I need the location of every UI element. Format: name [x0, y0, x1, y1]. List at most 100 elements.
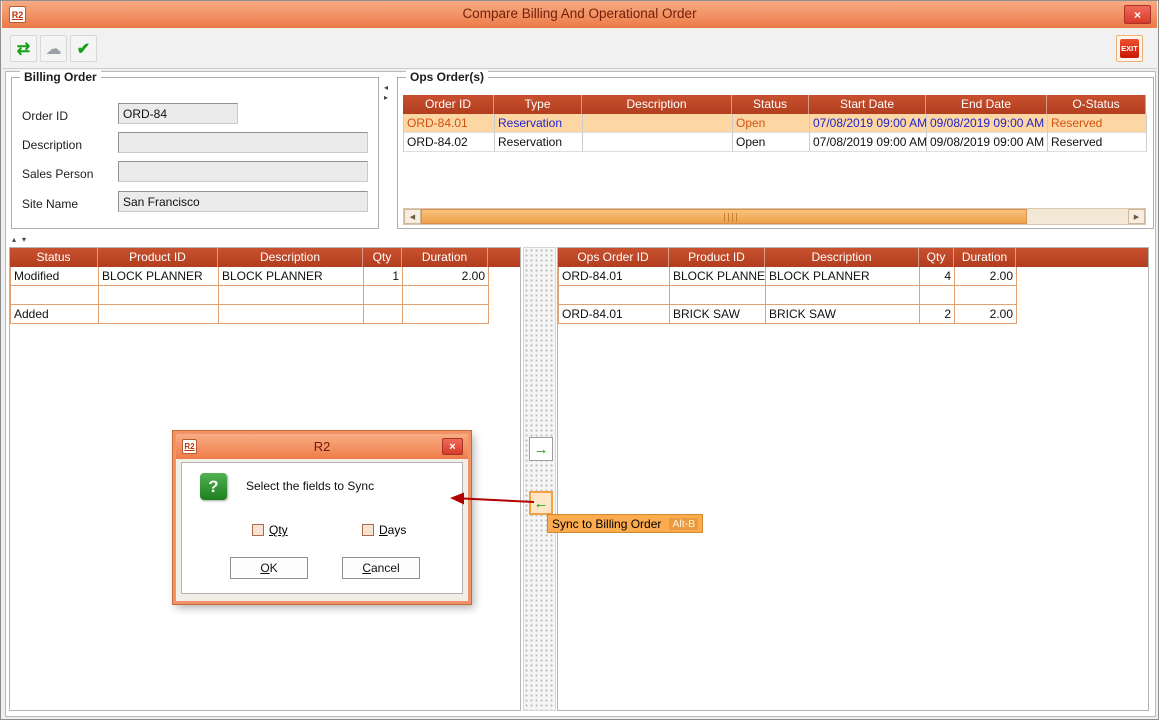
cell-qty[interactable]: 2 — [920, 305, 955, 324]
cell-qty[interactable] — [364, 286, 403, 305]
close-icon[interactable]: × — [1124, 5, 1151, 24]
sync-strip — [523, 247, 556, 711]
cell-duration[interactable]: 2.00 — [955, 305, 1017, 324]
qty-checkbox[interactable]: Qty — [252, 523, 288, 537]
scroll-right-icon[interactable]: ▶ — [1128, 209, 1145, 224]
ops-item-row[interactable]: ORD-84.01 BLOCK PLANNER BLOCK PLANNER 4 … — [559, 267, 1017, 286]
cell-type[interactable]: Reservation — [495, 133, 583, 152]
site-name-field[interactable] — [118, 191, 368, 212]
ops-item-row[interactable] — [559, 286, 1017, 305]
scroll-left-icon[interactable]: ◀ — [404, 209, 421, 224]
col-header-product-id[interactable]: Product ID — [669, 248, 765, 267]
dialog-title-bar[interactable]: R2 R2 × — [176, 434, 468, 459]
dialog-close-icon[interactable]: × — [442, 438, 463, 455]
cancel-button[interactable]: Cancel — [342, 557, 420, 579]
cell-ops-order-id[interactable] — [559, 286, 670, 305]
col-header-end-date[interactable]: End Date — [926, 95, 1047, 114]
ops-order-row[interactable]: ORD-84.02 Reservation Open 07/08/2019 09… — [404, 133, 1146, 152]
cell-status[interactable]: Open — [733, 133, 810, 152]
col-header-description[interactable]: Description — [765, 248, 919, 267]
exit-button[interactable]: EXIT — [1116, 35, 1143, 62]
cell-product-id[interactable] — [99, 305, 219, 324]
col-header-ops-order-id[interactable]: Ops Order ID — [558, 248, 669, 267]
cell-product-id[interactable]: BLOCK PLANNER — [99, 267, 219, 286]
vertical-splitter-collapse-icon[interactable]: ◂ — [384, 84, 388, 92]
description-field[interactable] — [118, 132, 368, 153]
cell-description[interactable]: BLOCK PLANNER — [766, 267, 920, 286]
cell-start-date[interactable]: 07/08/2019 09:00 AM — [810, 114, 927, 133]
cell-duration[interactable] — [403, 286, 489, 305]
cell-duration[interactable]: 2.00 — [955, 267, 1017, 286]
cell-end-date[interactable]: 09/08/2019 09:00 AM — [927, 114, 1048, 133]
col-header-description[interactable]: Description — [218, 248, 363, 267]
cell-description[interactable]: BLOCK PLANNER — [219, 267, 364, 286]
cell-product-id[interactable]: BRICK SAW — [670, 305, 766, 324]
sync-to-ops-button[interactable]: → — [529, 437, 553, 461]
col-header-product-id[interactable]: Product ID — [98, 248, 218, 267]
cell-description[interactable] — [766, 286, 920, 305]
cell-status[interactable]: Added — [11, 305, 99, 324]
cell-end-date[interactable]: 09/08/2019 09:00 AM — [927, 133, 1048, 152]
cell-status[interactable] — [11, 286, 99, 305]
horizontal-splitter-up-icon[interactable]: ▴ — [12, 236, 16, 244]
cell-status[interactable]: Open — [733, 114, 810, 133]
qty-checkbox-label: Qty — [269, 523, 288, 537]
cell-product-id[interactable] — [670, 286, 766, 305]
cell-qty[interactable] — [364, 305, 403, 324]
cell-order-id[interactable]: ORD-84.02 — [404, 133, 495, 152]
cell-description[interactable] — [219, 305, 364, 324]
cell-type[interactable]: Reservation — [495, 114, 583, 133]
billing-item-row[interactable]: Added — [11, 305, 489, 324]
cell-order-id[interactable]: ORD-84.01 — [404, 114, 495, 133]
col-header-qty[interactable]: Qty — [363, 248, 402, 267]
cell-qty[interactable] — [920, 286, 955, 305]
col-header-type[interactable]: Type — [494, 95, 582, 114]
cell-start-date[interactable]: 07/08/2019 09:00 AM — [810, 133, 927, 152]
title-bar[interactable]: R2 Compare Billing And Operational Order… — [2, 1, 1157, 28]
cell-description[interactable] — [583, 114, 733, 133]
cell-qty[interactable]: 4 — [920, 267, 955, 286]
cell-description[interactable]: BRICK SAW — [766, 305, 920, 324]
stamp-button[interactable]: ☁ — [40, 35, 67, 62]
refresh-button[interactable]: ⇄ — [10, 35, 37, 62]
cell-o-status[interactable]: Reserved — [1048, 114, 1147, 133]
col-header-status[interactable]: Status — [10, 248, 98, 267]
cell-qty[interactable]: 1 — [364, 267, 403, 286]
sync-to-billing-button[interactable]: ← — [529, 491, 553, 515]
ok-button[interactable]: OK — [230, 557, 308, 579]
hscrollbar-thumb[interactable] — [421, 209, 1027, 224]
billing-item-row[interactable] — [11, 286, 489, 305]
col-header-start-date[interactable]: Start Date — [809, 95, 926, 114]
cell-duration[interactable]: 2.00 — [403, 267, 489, 286]
sales-person-field[interactable] — [118, 161, 368, 182]
days-checkbox[interactable]: Days — [362, 523, 406, 537]
cell-duration[interactable] — [955, 286, 1017, 305]
col-header-order-id[interactable]: Order ID — [403, 95, 494, 114]
ops-order-row-selected[interactable]: ORD-84.01 Reservation Open 07/08/2019 09… — [404, 114, 1146, 133]
confirm-button[interactable]: ✔ — [70, 35, 97, 62]
col-header-o-status[interactable]: O-Status — [1047, 95, 1146, 114]
ops-item-row[interactable]: ORD-84.01 BRICK SAW BRICK SAW 2 2.00 — [559, 305, 1017, 324]
ops-table-hscrollbar[interactable]: ◀ ▶ — [403, 208, 1146, 225]
billing-item-row[interactable]: Modified BLOCK PLANNER BLOCK PLANNER 1 2… — [11, 267, 489, 286]
cell-duration[interactable] — [403, 305, 489, 324]
col-header-description[interactable]: Description — [582, 95, 732, 114]
horizontal-splitter-down-icon[interactable]: ▾ — [22, 236, 26, 244]
col-header-qty[interactable]: Qty — [919, 248, 954, 267]
qty-checkbox-box[interactable] — [252, 524, 264, 536]
cell-product-id[interactable]: BLOCK PLANNER — [670, 267, 766, 286]
col-header-duration[interactable]: Duration — [954, 248, 1016, 267]
cell-status[interactable]: Modified — [11, 267, 99, 286]
cell-ops-order-id[interactable]: ORD-84.01 — [559, 305, 670, 324]
col-header-status[interactable]: Status — [732, 95, 809, 114]
vertical-splitter-expand-icon[interactable]: ▸ — [384, 94, 388, 102]
order-id-field[interactable] — [118, 103, 238, 124]
sync-fields-dialog: R2 R2 × ? Select the fields to Sync Qty … — [173, 431, 471, 604]
cell-description[interactable] — [219, 286, 364, 305]
col-header-duration[interactable]: Duration — [402, 248, 488, 267]
cell-ops-order-id[interactable]: ORD-84.01 — [559, 267, 670, 286]
cell-description[interactable] — [583, 133, 733, 152]
days-checkbox-box[interactable] — [362, 524, 374, 536]
cell-product-id[interactable] — [99, 286, 219, 305]
cell-o-status[interactable]: Reserved — [1048, 133, 1147, 152]
